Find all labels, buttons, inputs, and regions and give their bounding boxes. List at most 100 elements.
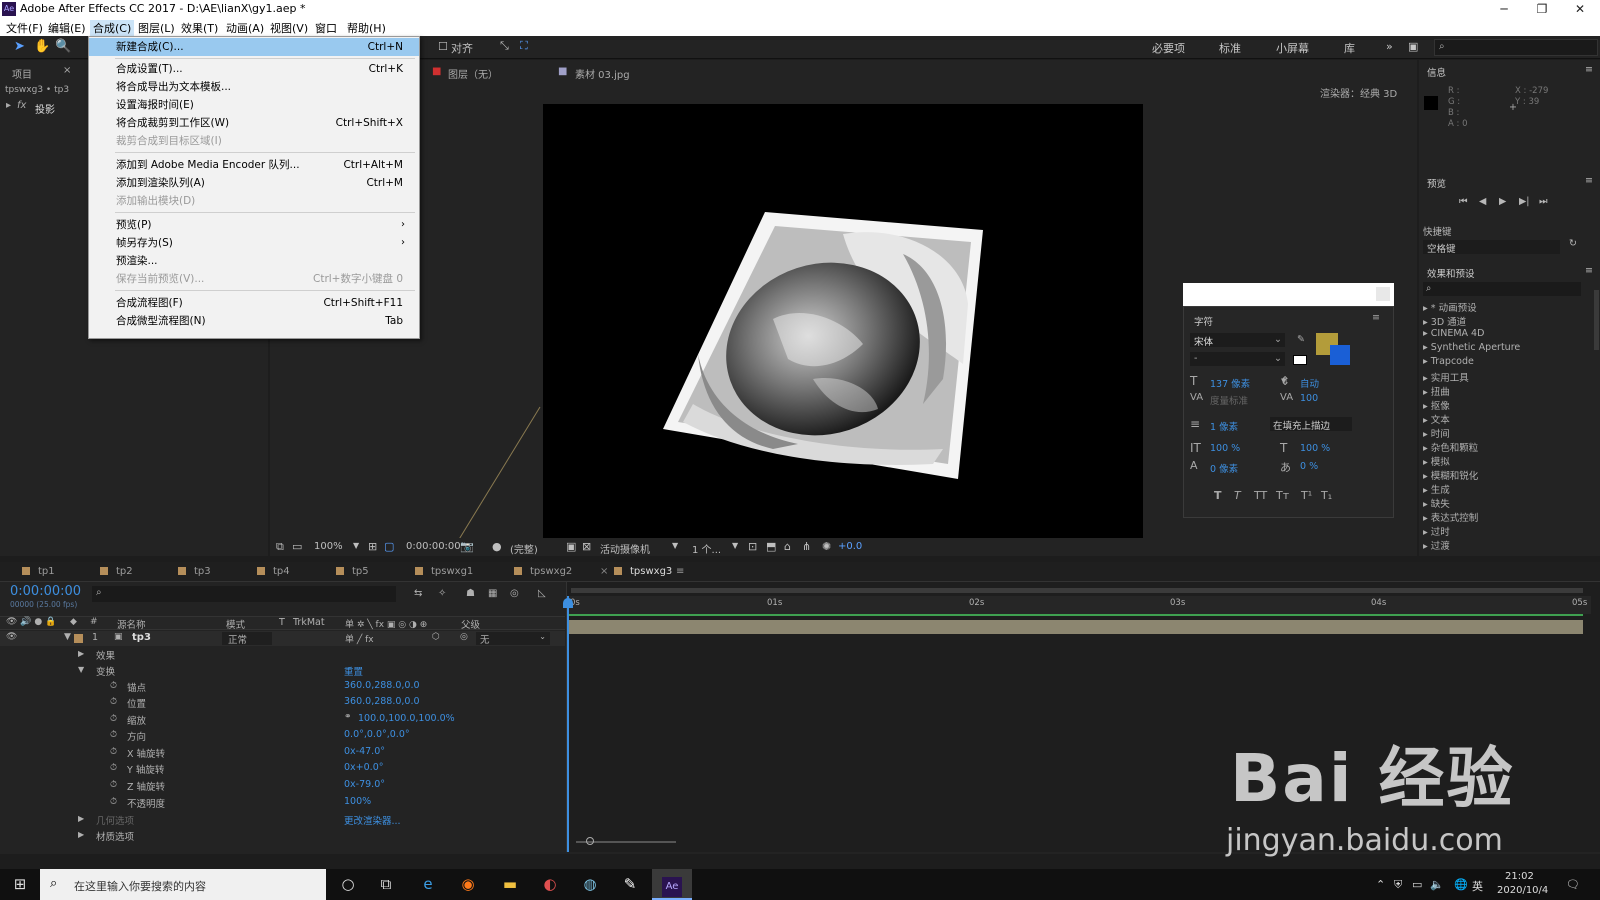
monitor-icon[interactable]: ▭ <box>292 540 302 553</box>
baseline-shift-value[interactable]: 0 像素 <box>1210 461 1238 475</box>
layer-row[interactable]: 👁 ▼ 1 ▣ tp3 正常 单 ╱ fx ⬡ ◎ 无 ⌄ <box>0 631 565 646</box>
small-caps-button[interactable]: Tт <box>1276 489 1289 502</box>
stopwatch-icon[interactable]: ⏱ <box>110 697 117 707</box>
close-icon[interactable]: × <box>63 65 71 76</box>
blend-mode-select[interactable]: 正常 <box>222 632 272 646</box>
task-view-icon[interactable]: ⧉ <box>366 869 406 900</box>
effects-search-input[interactable]: ⌕ <box>1423 282 1581 296</box>
chevron-down-icon[interactable]: ▼ <box>64 632 71 642</box>
current-time-display[interactable]: 0:00:00:00 <box>406 541 461 552</box>
tab-footage[interactable]: 素材 03.jpg <box>575 66 630 81</box>
menu-file[interactable]: 文件(F) <box>6 20 43 36</box>
battery-icon[interactable]: ▭ <box>1412 878 1422 891</box>
work-area-bar[interactable] <box>571 588 1583 593</box>
panel-menu-icon[interactable]: ≡ <box>1372 312 1380 323</box>
tab-tpswxg1[interactable]: tpswxg1 <box>415 566 473 577</box>
eye-icon[interactable]: 👁 <box>6 632 17 642</box>
chevron-right-icon[interactable]: ▶ <box>78 649 84 658</box>
menu-item-add-to-media-encoder[interactable]: 添加到 Adobe Media Encoder 队列... Ctrl+Alt+M <box>89 156 419 174</box>
panel-close-icon[interactable] <box>1376 287 1390 301</box>
layer-search-input[interactable]: ⌕ <box>92 586 396 602</box>
pickwhip-icon[interactable]: ◎ <box>460 632 468 642</box>
menu-item-composition-flowchart[interactable]: 合成流程图(F) Ctrl+Shift+F11 <box>89 294 419 312</box>
stopwatch-icon[interactable]: ⏱ <box>110 763 117 773</box>
stroke-mode-select[interactable]: 在填充上描边 <box>1270 417 1352 432</box>
stopwatch-icon[interactable]: ⏱ <box>110 780 117 790</box>
position-value[interactable]: 360.0,288.0,0.0 <box>344 696 420 707</box>
tab-tp2[interactable]: tp2 <box>100 566 133 577</box>
last-frame-icon[interactable]: ⏭ <box>1539 196 1548 207</box>
vertical-scale-value[interactable]: 100 % <box>1210 443 1240 454</box>
hand-tool-icon[interactable]: ✋ <box>34 39 50 54</box>
close-icon[interactable]: ✕ <box>1563 0 1597 18</box>
effects-category[interactable]: ▸ 杂色和颗粒 <box>1423 440 1478 454</box>
region-of-interest-icon[interactable]: ▢ <box>384 540 394 553</box>
composition-canvas[interactable] <box>543 104 1143 538</box>
menu-item-pre-render[interactable]: 预渲染... <box>89 252 419 270</box>
tab-tpswxg3[interactable]: tpswxg3 <box>614 566 672 577</box>
firefox-icon[interactable]: ◉ <box>448 869 488 900</box>
tab-tp1[interactable]: tp1 <box>22 566 55 577</box>
color-channel-icon[interactable]: ● <box>492 540 502 553</box>
white-color-icon[interactable] <box>1293 355 1307 365</box>
network-icon[interactable]: ⋔ <box>802 540 811 553</box>
scale-value[interactable]: 100.0,100.0,100.0% <box>358 713 455 724</box>
windows-start-icon[interactable]: ⊞ <box>0 869 40 900</box>
chevron-down-icon[interactable]: ▼ <box>78 665 84 674</box>
tab-tp5[interactable]: tp5 <box>336 566 369 577</box>
3d-layer-icon[interactable]: ⬡ <box>432 632 440 642</box>
comp-mini-flowchart-icon[interactable]: ⇆ <box>414 588 422 599</box>
view-layout-select[interactable]: 1 个... <box>692 541 721 556</box>
workspace-essentials[interactable]: 必要项 <box>1152 40 1185 56</box>
menu-item-new-composition[interactable]: 新建合成(C)... Ctrl+N <box>89 38 419 56</box>
chevron-right-icon[interactable]: ▶ <box>78 814 84 823</box>
orientation-value[interactable]: 0.0°,0.0°,0.0° <box>344 729 410 740</box>
workspace-libraries[interactable]: 库 <box>1344 40 1355 56</box>
stopwatch-icon[interactable]: ⏱ <box>110 730 117 740</box>
menu-animation[interactable]: 动画(A) <box>226 20 264 36</box>
link-icon[interactable]: ⚭ <box>344 712 352 722</box>
workspace-standard[interactable]: 标准 <box>1219 40 1241 56</box>
chevron-right-icon[interactable]: ▶ <box>78 830 84 839</box>
effects-category[interactable]: ▸ 实用工具 <box>1423 370 1469 384</box>
tab-layer[interactable]: 图层（无） <box>448 66 498 81</box>
change-renderer-link[interactable]: 更改渲染器... <box>344 813 401 827</box>
camera-snapshot-icon[interactable]: 📷 <box>460 540 474 553</box>
previous-frame-icon[interactable]: ◀ <box>1479 196 1486 207</box>
first-frame-icon[interactable]: ⏮ <box>1459 196 1468 207</box>
stroke-color-swatch[interactable] <box>1330 345 1350 365</box>
play-icon[interactable]: ▶ <box>1499 196 1506 207</box>
parent-select[interactable]: 无 ⌄ <box>476 632 550 646</box>
motion-blur-icon[interactable]: ◎ <box>510 588 519 599</box>
stroke-width-value[interactable]: 1 像素 <box>1210 419 1238 433</box>
volume-icon[interactable]: 🔈 <box>1430 878 1444 891</box>
selection-tool-icon[interactable]: ➤ <box>14 39 25 54</box>
horizontal-scale-value[interactable]: 100 % <box>1300 443 1330 454</box>
graph-editor-icon[interactable]: ◺ <box>538 588 546 599</box>
x-rotation-value[interactable]: 0x-47.0° <box>344 746 385 757</box>
effects-category[interactable]: ▸ 模拟 <box>1423 454 1450 468</box>
panel-menu-icon[interactable]: ≡ <box>1585 64 1593 75</box>
menu-window[interactable]: 窗口 <box>315 20 337 36</box>
always-preview-icon[interactable]: ⧉ <box>276 540 284 554</box>
subscript-button[interactable]: T₁ <box>1321 489 1332 502</box>
panel-menu-icon[interactable]: ≡ <box>1585 175 1593 186</box>
effects-category[interactable]: ▸ 3D 通道 <box>1423 314 1466 328</box>
layer-label-swatch[interactable] <box>74 634 83 643</box>
menu-item-export-text-template[interactable]: 将合成导出为文本模板... <box>89 78 419 96</box>
menu-item-trim-to-work-area[interactable]: 将合成裁剪到工作区(W) Ctrl+Shift+X <box>89 114 419 132</box>
playhead-handle[interactable] <box>563 598 573 608</box>
tab-tp3[interactable]: tp3 <box>178 566 211 577</box>
effects-category[interactable]: ▸ 生成 <box>1423 482 1450 496</box>
ime-indicator[interactable]: 英 <box>1472 878 1483 894</box>
layer-switches[interactable]: 单 ╱ fx <box>345 632 374 645</box>
y-rotation-value[interactable]: 0x+0.0° <box>344 762 383 773</box>
restore-icon[interactable]: ❐ <box>1525 0 1559 18</box>
menu-item-mini-flowchart[interactable]: 合成微型流程图(N) Tab <box>89 312 419 330</box>
help-search-input[interactable]: ⌕ <box>1434 39 1598 56</box>
time-ruler[interactable]: 0s 01s 02s 03s 04s 05s <box>567 596 1591 614</box>
menu-item-composition-settings[interactable]: 合成设置(T)... Ctrl+K <box>89 60 419 78</box>
next-frame-icon[interactable]: ▶| <box>1519 196 1530 207</box>
menu-effect[interactable]: 效果(T) <box>181 20 218 36</box>
loop-icon[interactable]: ↻ <box>1569 238 1577 249</box>
